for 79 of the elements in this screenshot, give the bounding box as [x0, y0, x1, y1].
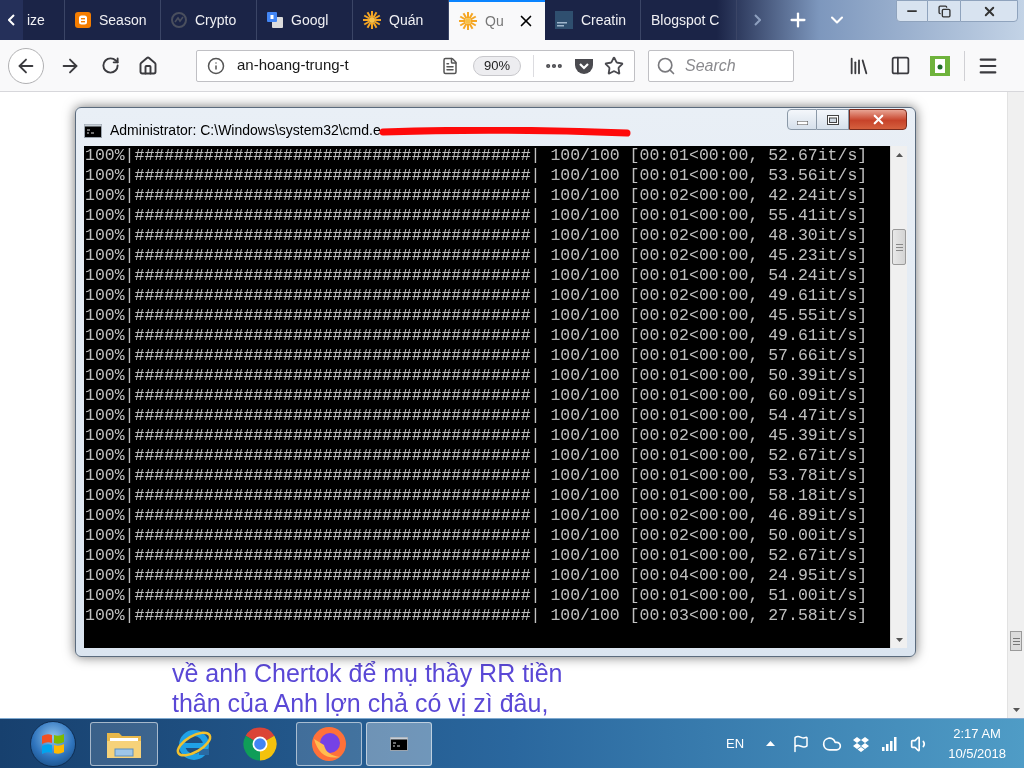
- close-button[interactable]: [849, 109, 907, 130]
- sun-icon: [459, 12, 477, 30]
- address-bar[interactable]: an-hoang-trung-t 90%: [196, 49, 635, 82]
- terminal-line: 100%|########################################| 100/100 [00:01<00:00, 60.09it/s]: [85, 386, 869, 406]
- signal-bars-icon[interactable]: [882, 736, 899, 751]
- browser-tab[interactable]: Qu: [449, 0, 545, 40]
- terminal-line: 100%|########################################| 100/100 [00:01<00:00, 50.39it/s]: [85, 366, 869, 386]
- zoom-level-badge[interactable]: 90%: [472, 55, 521, 76]
- article-text-line: thân của Anh lợn chả có vị zì đâu,: [172, 688, 550, 718]
- taskbar-button[interactable]: [366, 721, 432, 766]
- chevron-right-icon: [753, 14, 761, 26]
- sun-icon: [363, 11, 381, 29]
- diamond-boxes-icon[interactable]: [852, 735, 871, 752]
- maximize-button[interactable]: [817, 109, 849, 130]
- scroll-tabs-left-button[interactable]: [0, 0, 23, 40]
- windows-flag-icon: [41, 732, 65, 755]
- page-scrollbar[interactable]: [1007, 92, 1024, 718]
- terminal-icon: [390, 736, 408, 751]
- sidebar-icon[interactable]: [890, 55, 911, 76]
- maximize-icon: [826, 114, 839, 125]
- scrollbar-thumb[interactable]: [892, 229, 906, 265]
- taskbar-button[interactable]: [90, 721, 158, 766]
- square-logo-icon: [75, 12, 91, 28]
- search-field[interactable]: Search: [648, 49, 794, 82]
- terminal-line: 100%|########################################| 100/100 [00:01<00:00, 54.47it/s]: [85, 406, 869, 426]
- article-text-line: về anh Chertok để mụ thầy RR tiền: [172, 658, 564, 688]
- terminal-line: 100%|########################################| 100/100 [00:01<00:00, 58.18it/s]: [85, 486, 869, 506]
- terminal-line: 100%|########################################| 100/100 [00:02<00:00, 49.61it/s]: [85, 326, 869, 346]
- info-icon[interactable]: [207, 56, 225, 75]
- restore-window-button[interactable]: [928, 0, 960, 22]
- back-button[interactable]: [8, 47, 44, 84]
- triangle-up-icon: [765, 741, 775, 746]
- swirl-circle-icon: [310, 724, 348, 763]
- triangle-down-icon: [1012, 707, 1020, 712]
- language-indicator[interactable]: EN: [726, 733, 745, 754]
- overlapping-squares-icon: [267, 12, 283, 28]
- close-window-button[interactable]: [960, 0, 1018, 22]
- terminal-line: 100%|########################################| 100/100 [00:02<00:00, 45.39it/s]: [85, 426, 869, 446]
- reload-icon: [100, 56, 120, 75]
- terminal-line: 100%|########################################| 100/100 [00:01<00:00, 52.67it/s]: [85, 446, 869, 466]
- terminal-line: 100%|########################################| 100/100 [00:02<00:00, 50.00it/s]: [85, 526, 869, 546]
- restore-icon: [937, 4, 951, 18]
- terminal-icon: [84, 123, 102, 138]
- reader-view-icon[interactable]: [440, 56, 459, 75]
- terminal-line: 100%|########################################| 100/100 [00:01<00:00, 53.56it/s]: [85, 166, 869, 186]
- flag-icon[interactable]: [792, 734, 811, 753]
- triangle-up-icon: [895, 152, 903, 157]
- minimize-window-button[interactable]: [896, 0, 928, 22]
- extension-icon[interactable]: [930, 55, 950, 76]
- triangle-down-icon: [895, 637, 903, 642]
- terminal-line: 100%|########################################| 100/100 [00:02<00:00, 42.24it/s]: [85, 186, 869, 206]
- minimize-icon: [796, 121, 808, 125]
- terminal-line: 100%|########################################| 100/100 [00:02<00:00, 48.30it/s]: [85, 226, 869, 246]
- scrollbar-thumb[interactable]: [1010, 631, 1022, 651]
- circle-logo-icon: [171, 12, 187, 28]
- home-icon: [138, 55, 158, 76]
- terminal-line: 100%|########################################| 100/100 [00:02<00:00, 49.61it/s]: [85, 286, 869, 306]
- terminal-line: 100%|########################################| 100/100 [00:01<00:00, 51.00it/s]: [85, 586, 869, 606]
- terminal-line: 100%|########################################| 100/100 [00:04<00:00, 24.95it/s]: [85, 566, 869, 586]
- terminal-line: 100%|########################################| 100/100 [00:01<00:00, 54.24it/s]: [85, 266, 869, 286]
- terminal-scrollbar[interactable]: [890, 146, 907, 648]
- terminal-line: 100%|########################################| 100/100 [00:01<00:00, 57.66it/s]: [85, 346, 869, 366]
- terminal-line: 100%|########################################| 100/100 [00:02<00:00, 46.89it/s]: [85, 506, 869, 526]
- terminal-line: 100%|########################################| 100/100 [00:03<00:00, 27.58it/s]: [85, 606, 869, 626]
- segmented-circle-icon: [241, 724, 279, 763]
- url-text: an-hoang-trung-t: [237, 55, 349, 76]
- terminal-line: 100%|########################################| 100/100 [00:02<00:00, 45.55it/s]: [85, 306, 869, 326]
- terminal-line: 100%|########################################| 100/100 [00:02<00:00, 45.23it/s]: [85, 246, 869, 266]
- terminal-line: 100%|########################################| 100/100 [00:01<00:00, 55.41it/s]: [85, 206, 869, 226]
- window-title: Administrator: C:\Windows\system32\cmd.e: [110, 121, 381, 140]
- terminal-line: 100%|########################################| 100/100 [00:01<00:00, 53.78it/s]: [85, 466, 869, 486]
- bookmark-star-icon[interactable]: [604, 55, 624, 76]
- page-thumbnail-icon: [555, 11, 573, 29]
- start-button[interactable]: [30, 720, 76, 767]
- pocket-icon: [574, 56, 594, 75]
- terminal-line: 100%|########################################| 100/100 [00:01<00:00, 52.67it/s]: [85, 546, 869, 566]
- terminal-line: 100%|########################################| 100/100 [00:01<00:00, 52.67it/s]: [85, 146, 869, 166]
- search-icon: [656, 55, 676, 76]
- chevron-left-icon: [8, 14, 15, 26]
